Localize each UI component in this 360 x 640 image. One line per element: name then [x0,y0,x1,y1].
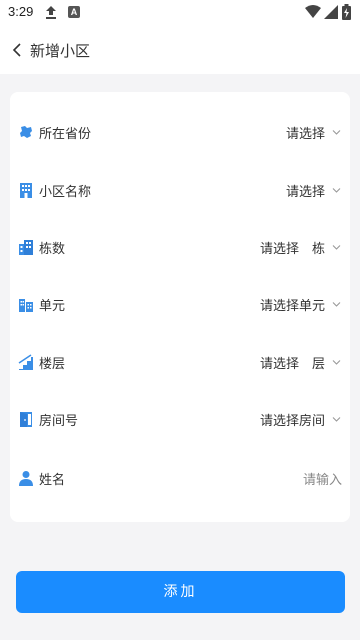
accessibility-icon: A [68,6,80,18]
unit-value: 请选择单元 [259,299,325,314]
unit-field[interactable]: 单元 请选择单元 [10,284,350,324]
name-label: 姓名 [39,473,66,488]
floor-field[interactable]: 楼层 请选择 层 [10,342,350,382]
community-name-label: 小区名称 [39,185,92,200]
room-number-value: 请选择房间 [259,414,325,429]
building-count-value: 请选择 栋 [259,242,325,257]
community-name-field[interactable]: 小区名称 请选择 [10,170,350,210]
unit-label: 单元 [39,299,66,314]
add-button[interactable]: 添加 [16,571,345,613]
room-number-label: 房间号 [39,414,79,429]
status-time: 3:29 [8,4,34,19]
building-count-field[interactable]: 栋数 请选择 栋 [10,227,350,267]
chevron-down-icon [332,302,341,307]
door-icon [20,412,32,427]
name-field[interactable]: 姓名 请输入 [10,458,350,498]
chevron-down-icon [332,245,341,250]
floor-value: 请选择 层 [259,357,325,372]
upload-icon [46,6,56,19]
signal-icon [324,5,338,19]
chevron-down-icon [332,130,341,135]
stairs-icon [18,354,33,370]
chevron-down-icon [332,417,341,422]
form-card: 所在省份 请选择 小区名称 请选择 栋数 请选择 栋 单元 请选择单元 楼层 请… [10,92,350,522]
province-label: 所在省份 [39,127,92,142]
person-icon [19,471,33,486]
status-bar: 3:29 A [0,0,360,26]
room-number-field[interactable]: 房间号 请选择房间 [10,399,350,439]
community-name-value: 请选择 [285,185,325,200]
chevron-down-icon [332,360,341,365]
buildings-icon [19,240,33,255]
building-count-label: 栋数 [39,242,66,257]
header: 新增小区 [0,26,360,74]
battery-icon [342,4,351,20]
wifi-icon [305,5,321,18]
back-arrow-icon[interactable] [11,42,23,58]
map-icon [20,126,32,138]
name-input[interactable]: 请输入 [303,469,342,488]
chevron-down-icon [332,188,341,193]
unit-icon [19,299,33,312]
floor-label: 楼层 [39,357,66,372]
building-icon [20,183,32,198]
province-value: 请选择 [285,127,325,142]
province-field[interactable]: 所在省份 请选择 [10,112,350,152]
page-title: 新增小区 [30,42,91,60]
